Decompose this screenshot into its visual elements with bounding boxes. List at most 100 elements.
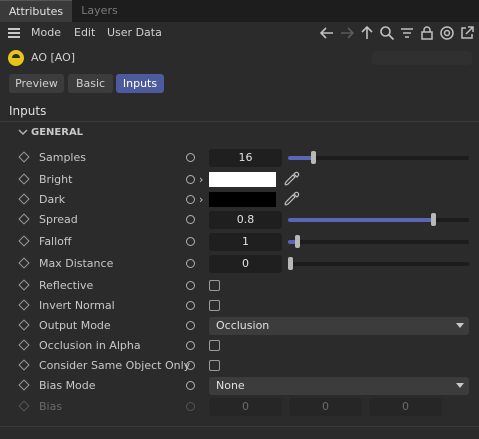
keyframe-icon: [18, 400, 30, 412]
max-distance-field[interactable]: 0: [209, 255, 282, 273]
keyframe-icon[interactable]: [18, 235, 30, 247]
falloff-slider[interactable]: [288, 235, 469, 248]
param-label: Bright: [39, 173, 73, 186]
eyedropper-icon[interactable]: [284, 171, 300, 187]
animate-icon[interactable]: [186, 215, 195, 224]
slider-knob[interactable]: [295, 235, 300, 248]
menu-mode[interactable]: Mode: [31, 26, 61, 39]
reflective-checkbox[interactable]: [209, 280, 220, 291]
keyframe-icon[interactable]: [18, 151, 30, 163]
tab-inputs[interactable]: Inputs: [116, 74, 164, 93]
animate-icon[interactable]: [186, 301, 195, 310]
tab-preview[interactable]: Preview: [9, 74, 64, 93]
dropdown-arrow-icon: [456, 323, 464, 328]
chevron-down-icon[interactable]: [18, 127, 28, 137]
bright-color-swatch[interactable]: [209, 172, 276, 187]
param-samples: Samples 16: [0, 148, 479, 168]
section-divider: [0, 121, 479, 122]
param-spread: Spread 0.8: [0, 210, 479, 230]
keyframe-icon[interactable]: [18, 257, 30, 269]
keyframe-icon[interactable]: [18, 193, 30, 205]
param-falloff: Falloff 1: [0, 232, 479, 252]
occlusion-in-alpha-checkbox[interactable]: [209, 340, 220, 351]
keyframe-icon[interactable]: [18, 379, 30, 391]
animate-icon[interactable]: [186, 175, 195, 184]
slider-fill: [288, 218, 433, 222]
expand-arrow-icon[interactable]: ›: [199, 173, 203, 186]
param-label: Samples: [39, 151, 86, 164]
animate-icon[interactable]: [186, 321, 195, 330]
keyframe-icon[interactable]: [18, 213, 30, 225]
bias-mode-dropdown[interactable]: None: [209, 377, 469, 395]
tab-layers[interactable]: Layers: [72, 0, 127, 22]
param-bright: Bright ›: [0, 170, 479, 190]
target-icon[interactable]: [439, 25, 455, 41]
menu-edit[interactable]: Edit: [74, 26, 95, 39]
filter-icon[interactable]: [399, 25, 415, 41]
falloff-field[interactable]: 1: [209, 233, 282, 251]
slider-knob[interactable]: [288, 257, 293, 270]
consider-same-object-only-checkbox[interactable]: [209, 360, 220, 371]
slider-knob[interactable]: [311, 151, 316, 164]
param-label: Output Mode: [39, 319, 111, 332]
param-label: Reflective: [39, 279, 94, 292]
animate-icon[interactable]: [186, 259, 195, 268]
arrow-left-icon[interactable]: [319, 25, 335, 41]
param-label: Spread: [39, 213, 78, 226]
param-max-distance: Max Distance 0: [0, 254, 479, 274]
output-mode-dropdown[interactable]: Occlusion: [209, 317, 469, 335]
param-bias: Bias 0 0 0: [0, 397, 479, 417]
samples-slider[interactable]: [288, 151, 469, 164]
bias-z-field: 0: [369, 398, 442, 416]
keyframe-icon[interactable]: [18, 279, 30, 291]
slider-knob[interactable]: [431, 213, 436, 226]
section-title: Inputs: [9, 104, 47, 118]
spread-field[interactable]: 0.8: [209, 211, 282, 229]
keyframe-icon[interactable]: [18, 299, 30, 311]
dropdown-arrow-icon: [456, 383, 464, 388]
hamburger-menu-icon[interactable]: [8, 28, 20, 38]
arrow-right-icon[interactable]: [339, 25, 355, 41]
max-distance-slider[interactable]: [288, 257, 469, 270]
search-icon[interactable]: [379, 25, 395, 41]
param-label: Bias Mode: [39, 379, 96, 392]
tab-basic[interactable]: Basic: [68, 74, 113, 93]
animate-icon[interactable]: [186, 281, 195, 290]
keyframe-icon[interactable]: [18, 319, 30, 331]
keyframe-icon[interactable]: [18, 173, 30, 185]
object-search-field[interactable]: [372, 51, 472, 65]
spread-slider[interactable]: [288, 213, 469, 226]
arrow-up-icon[interactable]: [359, 25, 375, 41]
invert-normal-checkbox[interactable]: [209, 300, 220, 311]
eyedropper-icon[interactable]: [284, 191, 300, 207]
param-invert-normal: Invert Normal: [0, 296, 479, 316]
param-label: Falloff: [39, 235, 72, 248]
samples-field[interactable]: 16: [209, 149, 282, 167]
param-output-mode: Output Mode Occlusion: [0, 316, 479, 336]
dropdown-value: None: [216, 379, 245, 392]
group-general[interactable]: GENERAL: [0, 124, 479, 142]
animate-icon[interactable]: [186, 361, 195, 370]
animate-icon[interactable]: [186, 341, 195, 350]
dark-color-swatch[interactable]: [209, 192, 276, 207]
menu-user-data[interactable]: User Data: [107, 26, 162, 39]
keyframe-icon[interactable]: [18, 339, 30, 351]
animate-icon[interactable]: [186, 195, 195, 204]
tab-attributes[interactable]: Attributes: [0, 0, 72, 22]
bottom-divider: [0, 426, 479, 427]
new-window-icon[interactable]: [459, 25, 475, 41]
animate-icon[interactable]: [186, 237, 195, 246]
param-label: Invert Normal: [39, 299, 115, 312]
lock-icon[interactable]: [419, 25, 435, 41]
dropdown-value: Occlusion: [216, 319, 270, 332]
param-reflective: Reflective: [0, 276, 479, 296]
param-label: Bias: [39, 400, 63, 413]
animate-icon[interactable]: [186, 153, 195, 162]
param-dark: Dark ›: [0, 190, 479, 210]
keyframe-icon[interactable]: [18, 359, 30, 371]
animate-icon[interactable]: [186, 381, 195, 390]
expand-arrow-icon[interactable]: ›: [199, 193, 203, 206]
param-label: Max Distance: [39, 257, 114, 270]
panel-tabbar: Attributes Layers: [0, 0, 479, 22]
ao-shader-icon: [8, 50, 24, 66]
